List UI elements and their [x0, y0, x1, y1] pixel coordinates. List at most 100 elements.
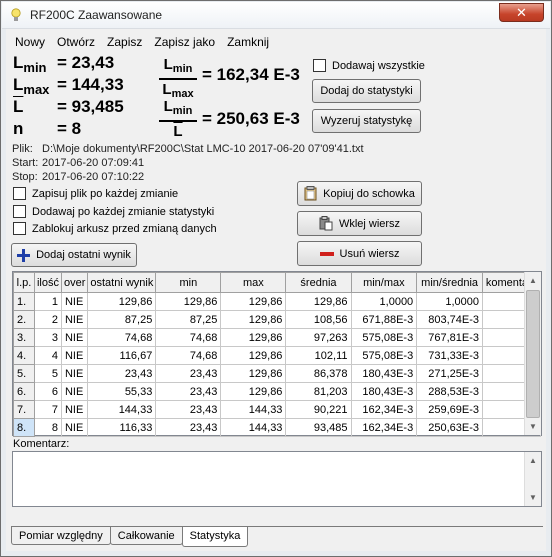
column-header[interactable]: ilość — [33, 272, 62, 293]
table-cell[interactable]: 575,08E-3 — [350, 346, 418, 365]
row-number-cell[interactable]: 1. — [13, 292, 35, 311]
table-cell[interactable]: 87,25 — [87, 310, 157, 329]
option-save-on-change[interactable]: Zapisuj plik po każdej zmianie — [13, 187, 178, 200]
table-cell[interactable]: 3 — [33, 328, 62, 347]
checkbox-box[interactable] — [13, 205, 26, 218]
menu-new[interactable]: Nowy — [9, 33, 51, 51]
row-number-cell[interactable]: 8. — [13, 418, 35, 437]
table-cell[interactable]: NIE — [60, 310, 89, 329]
table-row[interactable]: 6. 6 NIE 55,33 23,43 129,86 81,203 180,43E-3 288… — [13, 382, 541, 401]
table-cell[interactable]: 1,0000 — [350, 292, 418, 311]
table-cell[interactable]: 129,86 — [220, 382, 287, 401]
table-cell[interactable]: 74,68 — [155, 346, 222, 365]
table-cell[interactable]: 731,33E-3 — [416, 346, 484, 365]
row-number-cell[interactable]: 5. — [13, 364, 35, 383]
table-cell[interactable]: NIE — [60, 400, 89, 419]
column-header[interactable]: max — [220, 272, 287, 293]
table-cell[interactable]: 767,81E-3 — [416, 328, 484, 347]
scroll-down-icon[interactable]: ▼ — [525, 489, 541, 506]
table-cell[interactable]: 102,11 — [285, 346, 352, 365]
checkbox-box[interactable] — [13, 187, 26, 200]
table-cell[interactable]: 6 — [33, 382, 62, 401]
table-cell[interactable]: 162,34E-3 — [350, 418, 418, 437]
column-header[interactable]: min — [155, 272, 222, 293]
table-cell[interactable]: 180,43E-3 — [350, 382, 418, 401]
table-cell[interactable]: 288,53E-3 — [416, 382, 484, 401]
menu-save[interactable]: Zapisz — [101, 33, 148, 51]
table-row[interactable]: 8. 8 NIE 116,33 23,43 144,33 93,485 162,34E-3 25… — [13, 418, 541, 437]
table-cell[interactable]: 81,203 — [285, 382, 352, 401]
checkbox-box[interactable] — [13, 222, 26, 235]
table-cell[interactable]: 575,08E-3 — [350, 328, 418, 347]
table-cell[interactable]: 108,56 — [285, 310, 352, 329]
table-cell[interactable]: 129,86 — [285, 292, 352, 311]
column-header[interactable]: over — [60, 272, 89, 293]
table-cell[interactable]: 2 — [33, 310, 62, 329]
table-cell[interactable]: 97,263 — [285, 328, 352, 347]
table-cell[interactable]: 129,86 — [87, 292, 157, 311]
table-cell[interactable]: NIE — [60, 418, 89, 437]
table-row[interactable]: 2. 2 NIE 87,25 87,25 129,86 108,56 671,88E-3 803… — [13, 310, 541, 329]
row-number-cell[interactable]: 4. — [13, 346, 35, 365]
table-cell[interactable]: 116,67 — [87, 346, 157, 365]
table-cell[interactable]: 1,0000 — [416, 292, 484, 311]
add-last-result-button[interactable]: Dodaj ostatni wynik — [11, 243, 137, 267]
table-row[interactable]: 1. 1 NIE 129,86 129,86 129,86 129,86 1,0000 1,00… — [13, 292, 541, 311]
table-cell[interactable]: 129,86 — [220, 328, 287, 347]
table-cell[interactable]: 129,86 — [220, 346, 287, 365]
scroll-thumb[interactable] — [526, 290, 540, 418]
row-number-cell[interactable]: 6. — [13, 382, 35, 401]
column-header[interactable]: średnia — [285, 272, 352, 293]
table-cell[interactable]: 1 — [33, 292, 62, 311]
column-header[interactable]: ostatni wynik — [87, 272, 157, 293]
table-cell[interactable]: 144,33 — [220, 418, 287, 437]
table-cell[interactable]: 74,68 — [87, 328, 157, 347]
title-bar[interactable]: RF200C Zaawansowane ✕ — [2, 2, 550, 29]
table-cell[interactable]: 55,33 — [87, 382, 157, 401]
row-number-cell[interactable]: 7. — [13, 400, 35, 419]
table-cell[interactable]: 87,25 — [155, 310, 222, 329]
table-cell[interactable]: 259,69E-3 — [416, 400, 484, 419]
table-scrollbar[interactable]: ▲ ▼ — [524, 272, 541, 435]
table-cell[interactable]: 129,86 — [220, 364, 287, 383]
table-cell[interactable]: 23,43 — [155, 400, 222, 419]
row-number-cell[interactable]: 2. — [13, 310, 35, 329]
table-cell[interactable]: 162,34E-3 — [350, 400, 418, 419]
table-cell[interactable]: NIE — [60, 328, 89, 347]
menu-open[interactable]: Otwórz — [51, 33, 101, 51]
close-button[interactable]: ✕ — [499, 3, 544, 22]
table-cell[interactable]: 74,68 — [155, 328, 222, 347]
table-row[interactable]: 7. 7 NIE 144,33 23,43 144,33 90,221 162,34E-3 25… — [13, 400, 541, 419]
column-header[interactable]: l.p. — [13, 272, 35, 293]
checkbox-box[interactable] — [313, 59, 326, 72]
column-header[interactable]: min/średnia — [416, 272, 484, 293]
reset-stats-button[interactable]: Wyzeruj statystykę — [312, 109, 421, 133]
table-cell[interactable]: NIE — [60, 364, 89, 383]
comment-field[interactable]: ▲ ▼ — [12, 451, 542, 507]
table-cell[interactable]: 23,43 — [87, 364, 157, 383]
table-cell[interactable]: 93,485 — [285, 418, 352, 437]
column-header[interactable]: min/max — [350, 272, 418, 293]
add-to-stats-button[interactable]: Dodaj do statystyki — [312, 79, 421, 103]
option-lock-sheet[interactable]: Zablokuj arkusz przed zmianą danych — [13, 222, 217, 235]
option-add-on-stat-change[interactable]: Dodawaj po każdej zmianie statystyki — [13, 205, 214, 218]
table-cell[interactable]: 129,86 — [220, 310, 287, 329]
scroll-down-icon[interactable]: ▼ — [525, 418, 541, 435]
table-cell[interactable]: NIE — [60, 292, 89, 311]
table-row[interactable]: 5. 5 NIE 23,43 23,43 129,86 86,378 180,43E-3 271… — [13, 364, 541, 383]
table-row[interactable]: 3. 3 NIE 74,68 74,68 129,86 97,263 575,08E-3 767… — [13, 328, 541, 347]
table-cell[interactable]: 250,63E-3 — [416, 418, 484, 437]
table-cell[interactable]: 129,86 — [155, 292, 222, 311]
paste-row-button[interactable]: Wklej wiersz — [297, 211, 422, 236]
table-cell[interactable]: NIE — [60, 346, 89, 365]
table-cell[interactable]: 7 — [33, 400, 62, 419]
tab-integration[interactable]: Całkowanie — [109, 527, 183, 545]
scroll-up-icon[interactable]: ▲ — [525, 272, 541, 289]
table-cell[interactable]: 5 — [33, 364, 62, 383]
table-cell[interactable]: 116,33 — [87, 418, 157, 437]
table-cell[interactable]: 23,43 — [155, 382, 222, 401]
table-cell[interactable]: 129,86 — [220, 292, 287, 311]
table-cell[interactable]: 271,25E-3 — [416, 364, 484, 383]
table-cell[interactable]: 4 — [33, 346, 62, 365]
table-cell[interactable]: 803,74E-3 — [416, 310, 484, 329]
